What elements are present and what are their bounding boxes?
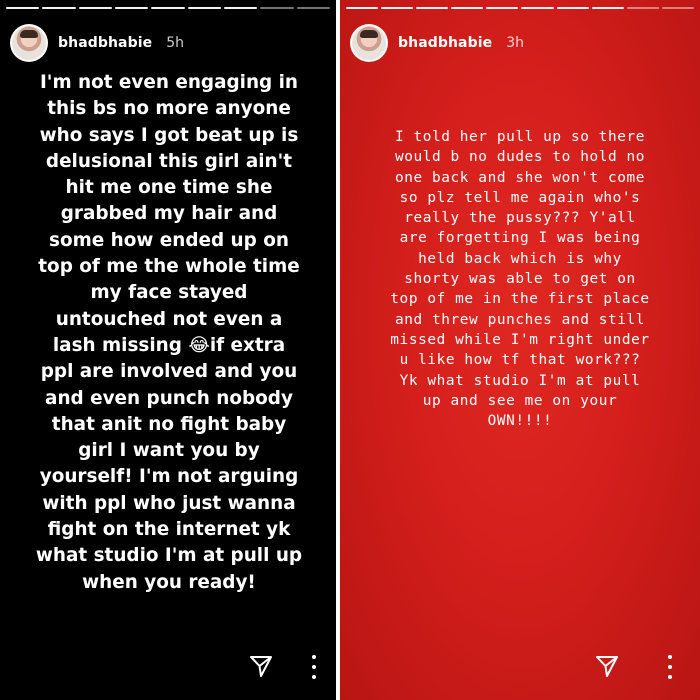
story-panel-left[interactable]: bhadbhabie 5h I'm not even engaging in t…	[0, 0, 336, 700]
story-header: bhadbhabie 3h	[350, 24, 524, 62]
story-progress-bar	[346, 7, 694, 10]
progress-segment	[591, 7, 624, 9]
progress-segment	[223, 7, 258, 9]
progress-segment	[296, 7, 330, 9]
story-panel-right[interactable]: bhadbhabie 3h I told her pull up so ther…	[340, 0, 700, 700]
progress-segment	[346, 7, 379, 9]
story-header: bhadbhabie 5h	[10, 24, 184, 62]
progress-segment	[6, 7, 40, 9]
story-text: I told her pull up so there would b no d…	[390, 129, 650, 430]
username[interactable]: bhadbhabie	[58, 35, 152, 51]
progress-segment	[556, 7, 589, 9]
progress-segment	[187, 7, 221, 9]
avatar[interactable]	[350, 24, 388, 62]
send-button[interactable]	[246, 651, 276, 681]
progress-segment	[661, 7, 694, 9]
more-icon-dot	[668, 675, 672, 679]
more-icon-dot	[312, 665, 316, 669]
progress-segment	[381, 7, 414, 9]
more-options-button[interactable]	[666, 655, 674, 679]
more-icon	[668, 655, 672, 659]
send-button[interactable]	[592, 651, 622, 681]
progress-segment	[416, 7, 449, 9]
progress-segment	[114, 7, 149, 9]
progress-segment	[42, 7, 76, 9]
progress-segment	[486, 7, 519, 9]
send-icon	[250, 656, 272, 677]
more-icon	[312, 655, 316, 659]
progress-segment	[260, 7, 294, 9]
more-icon-dot	[312, 675, 316, 679]
progress-segment	[78, 7, 112, 9]
send-icon	[596, 656, 618, 677]
progress-segment	[521, 7, 554, 9]
more-icon-dot	[668, 665, 672, 669]
username[interactable]: bhadbhabie	[398, 35, 492, 51]
progress-segment	[451, 7, 484, 9]
story-timestamp: 5h	[166, 35, 184, 51]
progress-segment	[626, 7, 659, 9]
story-text: I'm not even engaging in this bs no more…	[35, 72, 303, 593]
more-options-button[interactable]	[310, 655, 318, 679]
story-timestamp: 3h	[506, 35, 524, 51]
story-progress-bar	[6, 7, 330, 10]
avatar[interactable]	[10, 24, 48, 62]
progress-segment	[151, 7, 185, 9]
